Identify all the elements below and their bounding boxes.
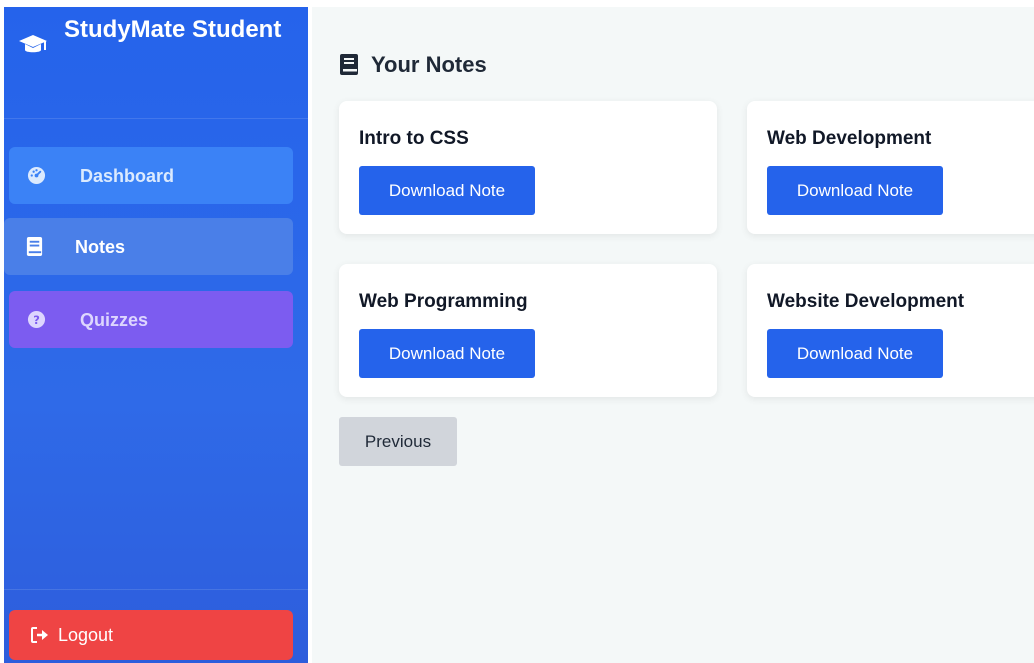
note-title: Intro to CSS: [359, 128, 469, 149]
gauge-icon: [27, 166, 46, 185]
book-icon: [26, 237, 43, 256]
note-title: Web Programming: [359, 291, 528, 312]
note-card: Website Development Download Note: [747, 264, 1034, 397]
sidebar-divider: [4, 589, 308, 590]
main-content: Your Notes Intro to CSS Download Note We…: [312, 7, 1034, 663]
sidebar-item-dashboard[interactable]: Dashboard: [9, 147, 293, 204]
sidebar-item-quizzes[interactable]: ? Quizzes: [9, 291, 293, 348]
sign-out-icon: [31, 627, 48, 643]
question-circle-icon: ?: [27, 310, 46, 329]
sidebar-item-label: Dashboard: [80, 166, 175, 186]
logout-label: Logout: [58, 625, 114, 645]
note-card: Web Programming Download Note: [339, 264, 717, 397]
note-card: Intro to CSS Download Note: [339, 101, 717, 234]
app-window: StudyMate Student Dashboard Notes ? Quiz…: [0, 0, 1034, 663]
sidebar-item-label: Quizzes: [80, 310, 149, 330]
sidebar-item-label: Notes: [75, 237, 126, 257]
sidebar-brand: StudyMate Student: [4, 7, 308, 119]
download-note-button[interactable]: Download Note: [767, 166, 943, 215]
download-note-button[interactable]: Download Note: [359, 329, 535, 378]
note-title: Web Development: [767, 128, 932, 149]
graduation-cap-icon: [19, 35, 47, 53]
page-title-text: Your Notes: [371, 52, 487, 77]
download-note-button[interactable]: Download Note: [767, 329, 943, 378]
previous-page-button[interactable]: Previous: [339, 417, 457, 466]
sidebar-item-notes[interactable]: Notes: [4, 218, 293, 275]
download-note-button[interactable]: Download Note: [359, 166, 535, 215]
book-icon: [340, 54, 358, 75]
logout-button[interactable]: Logout: [9, 610, 293, 660]
brand-title: StudyMate Student: [64, 16, 282, 43]
svg-text:?: ?: [33, 313, 40, 327]
note-title: Website Development: [767, 291, 965, 312]
sidebar: StudyMate Student Dashboard Notes ? Quiz…: [4, 7, 308, 663]
note-card: Web Development Download Note: [747, 101, 1034, 234]
